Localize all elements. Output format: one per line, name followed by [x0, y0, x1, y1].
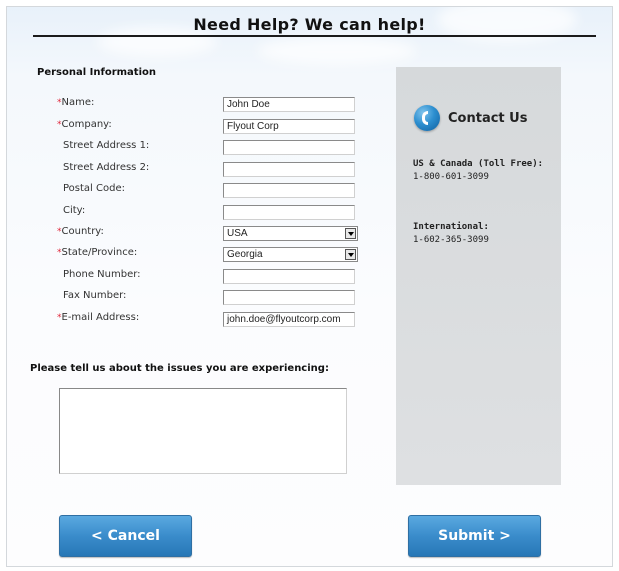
sky-cloud — [257, 37, 417, 65]
cancel-button[interactable]: < Cancel — [59, 515, 192, 557]
city-input[interactable] — [223, 205, 355, 220]
postal-code-label: Postal Code: — [63, 183, 125, 194]
page-title: Need Help? We can help! — [193, 15, 426, 34]
phone-number-input[interactable] — [223, 269, 355, 284]
state-province-select-value: Georgia — [227, 249, 263, 260]
name-input[interactable]: John Doe — [223, 97, 355, 112]
company-input[interactable]: Flyout Corp — [223, 119, 355, 134]
dropdown-arrow-icon[interactable] — [345, 228, 356, 239]
phone-number-label: Phone Number: — [63, 269, 141, 280]
email-address-input[interactable]: john.doe@flyoutcorp.com — [223, 312, 355, 327]
international-heading: International: — [413, 222, 489, 232]
street-address-2-label: Street Address 2: — [63, 162, 150, 173]
street-address-1-label: Street Address 1: — [63, 140, 150, 151]
title-divider — [33, 35, 596, 37]
contact-title: Contact Us — [448, 111, 528, 126]
company-label: *Company: — [57, 119, 112, 130]
country-select[interactable]: USA — [223, 226, 358, 241]
issues-label: Please tell us about the issues you are … — [30, 363, 329, 374]
fax-number-input[interactable] — [223, 290, 355, 305]
city-label: City: — [63, 205, 86, 216]
us-canada-heading: US & Canada (Toll Free): — [413, 159, 544, 169]
street-address-1-input[interactable] — [223, 140, 355, 155]
phone-icon — [414, 105, 440, 131]
state-province-select[interactable]: Georgia — [223, 247, 358, 262]
postal-code-input[interactable] — [223, 183, 355, 198]
issues-textarea[interactable] — [59, 388, 347, 474]
state-province-label: *State/Province: — [57, 247, 138, 258]
contact-panel: Contact Us US & Canada (Toll Free): 1-80… — [396, 67, 561, 485]
submit-button[interactable]: Submit > — [408, 515, 541, 557]
country-select-value: USA — [227, 228, 248, 239]
help-form-frame: Need Help? We can help! Personal Informa… — [6, 6, 613, 567]
country-label: *Country: — [57, 226, 104, 237]
name-label: *Name: — [57, 97, 95, 108]
street-address-2-input[interactable] — [223, 162, 355, 177]
email-address-label: *E-mail Address: — [57, 312, 140, 323]
us-canada-number: 1-800-601-3099 — [413, 172, 489, 182]
section-title-personal-information: Personal Information — [37, 67, 156, 78]
dropdown-arrow-icon[interactable] — [345, 249, 356, 260]
international-number: 1-602-365-3099 — [413, 235, 489, 245]
fax-number-label: Fax Number: — [63, 290, 127, 301]
